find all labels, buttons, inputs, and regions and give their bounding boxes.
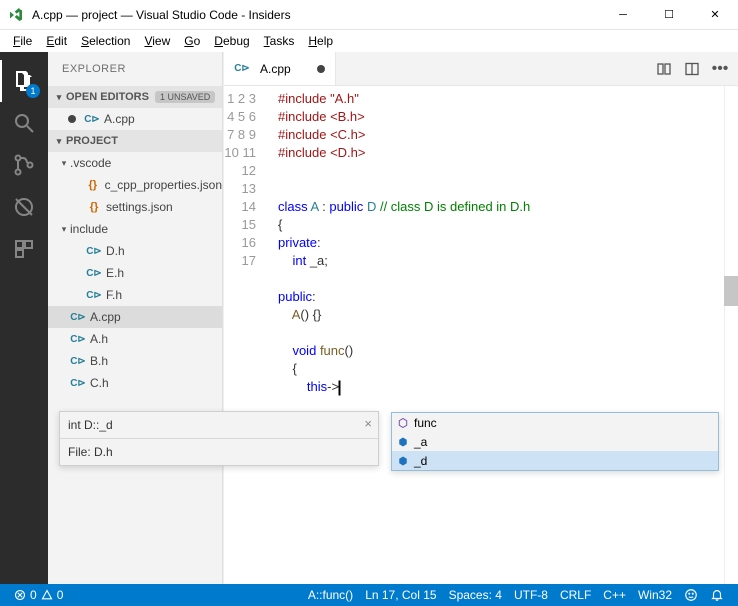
status-eol[interactable]: CRLF <box>554 588 597 602</box>
window-title: A.cpp — project — Visual Studio Code - I… <box>32 8 291 22</box>
window-maximize-button[interactable]: ☐ <box>646 0 692 30</box>
menu-go[interactable]: Go <box>177 32 207 50</box>
tree-item-c-h[interactable]: C⊳C.h <box>48 372 222 394</box>
status-encoding[interactable]: UTF-8 <box>508 588 554 602</box>
open-editors-section[interactable]: ▾ OPEN EDITORS 1 UNSAVED <box>48 86 222 108</box>
cpp-file-icon: C⊳ <box>234 61 250 77</box>
suggestion-_d[interactable]: _d <box>392 451 718 470</box>
line-number-gutter: 1 2 3 4 5 6 7 8 9 10 11 12 13 14 15 16 1… <box>224 86 266 584</box>
window-titlebar: A.cpp — project — Visual Studio Code - I… <box>0 0 738 30</box>
compare-changes-button[interactable] <box>652 57 676 81</box>
cpp-file-icon: C⊳ <box>86 265 102 281</box>
tree-item-e-h[interactable]: C⊳E.h <box>48 262 222 284</box>
status-bar: 0 0 A::func() Ln 17, Col 15 Spaces: 4 UT… <box>0 584 738 606</box>
cpp-file-icon: C⊳ <box>86 287 102 303</box>
activity-scm-button[interactable] <box>0 144 48 186</box>
editor-tabs: C⊳ A.cpp ••• <box>224 52 738 86</box>
menu-edit[interactable]: Edit <box>39 32 74 50</box>
dirty-indicator-icon <box>317 65 325 73</box>
cpp-file-icon: C⊳ <box>86 243 102 259</box>
open-editor-item[interactable]: C⊳A.cpp <box>48 108 222 130</box>
activity-search-button[interactable] <box>0 102 48 144</box>
tree-item-c-cpp-properties-json[interactable]: {}c_cpp_properties.json <box>48 174 222 196</box>
menu-selection[interactable]: Selection <box>74 32 137 50</box>
tree-item--vscode[interactable]: ▾.vscode <box>48 152 222 174</box>
cpp-file-icon: C⊳ <box>84 111 100 127</box>
activity-debug-button[interactable] <box>0 186 48 228</box>
cpp-file-icon: C⊳ <box>70 375 86 391</box>
cpp-file-icon: C⊳ <box>70 309 86 325</box>
menu-debug[interactable]: Debug <box>207 32 256 50</box>
menubar: FileEditSelectionViewGoDebugTasksHelp <box>0 30 738 52</box>
close-icon[interactable]: × <box>364 416 372 431</box>
status-config[interactable]: Win32 <box>632 588 678 602</box>
tree-item-d-h[interactable]: C⊳D.h <box>48 240 222 262</box>
menu-help[interactable]: Help <box>301 32 340 50</box>
split-editor-button[interactable] <box>680 57 704 81</box>
activity-bar: 1 <box>0 52 48 584</box>
explorer-sidebar: EXPLORER ▾ OPEN EDITORS 1 UNSAVED C⊳A.cp… <box>48 52 223 584</box>
tree-item-include[interactable]: ▾include <box>48 218 222 240</box>
parameter-hint-widget: × int D::_d File: D.h <box>59 411 379 466</box>
status-problems[interactable]: 0 0 <box>8 584 69 606</box>
tree-item-a-h[interactable]: C⊳A.h <box>48 328 222 350</box>
suggest-widget[interactable]: func_a_d <box>391 412 719 471</box>
menu-file[interactable]: File <box>6 32 39 50</box>
status-cursor-position[interactable]: Ln 17, Col 15 <box>359 588 442 602</box>
vscode-icon <box>8 7 24 23</box>
editor-group: C⊳ A.cpp ••• 1 2 3 4 5 6 7 8 9 10 11 12 … <box>223 52 738 584</box>
suggestion-func[interactable]: func <box>392 413 718 432</box>
json-file-icon: {} <box>86 199 102 215</box>
suggestion-_a[interactable]: _a <box>392 432 718 451</box>
cpp-file-icon: C⊳ <box>70 353 86 369</box>
field-icon <box>396 435 410 449</box>
cpp-file-icon: C⊳ <box>70 331 86 347</box>
window-close-button[interactable]: ✕ <box>692 0 738 30</box>
tab-a-cpp[interactable]: C⊳ A.cpp <box>224 52 336 85</box>
dirty-dot-icon <box>64 111 80 127</box>
code-editor[interactable]: 1 2 3 4 5 6 7 8 9 10 11 12 13 14 15 16 1… <box>224 86 738 584</box>
tree-item-settings-json[interactable]: {}settings.json <box>48 196 222 218</box>
status-scope[interactable]: A::func() <box>302 588 359 602</box>
method-icon <box>396 416 410 430</box>
tree-item-b-h[interactable]: C⊳B.h <box>48 350 222 372</box>
window-minimize-button[interactable]: ─ <box>600 0 646 30</box>
field-icon <box>396 454 410 468</box>
tree-item-f-h[interactable]: C⊳F.h <box>48 284 222 306</box>
menu-view[interactable]: View <box>137 32 177 50</box>
status-indentation[interactable]: Spaces: 4 <box>443 588 508 602</box>
code-content[interactable]: #include "A.h" #include <B.h> #include <… <box>266 86 738 584</box>
tree-item-a-cpp[interactable]: C⊳A.cpp <box>48 306 222 328</box>
explorer-title: EXPLORER <box>48 52 222 86</box>
activity-extensions-button[interactable] <box>0 228 48 270</box>
status-notifications-button[interactable] <box>704 588 730 602</box>
menu-tasks[interactable]: Tasks <box>257 32 302 50</box>
more-actions-button[interactable]: ••• <box>708 57 732 81</box>
status-language[interactable]: C++ <box>597 588 632 602</box>
status-feedback-button[interactable] <box>678 588 704 602</box>
project-section[interactable]: ▾ PROJECT <box>48 130 222 152</box>
activity-explorer-button[interactable]: 1 <box>0 60 48 102</box>
json-file-icon: {} <box>85 177 101 193</box>
overview-ruler[interactable] <box>724 86 738 584</box>
explorer-badge: 1 <box>26 84 40 98</box>
